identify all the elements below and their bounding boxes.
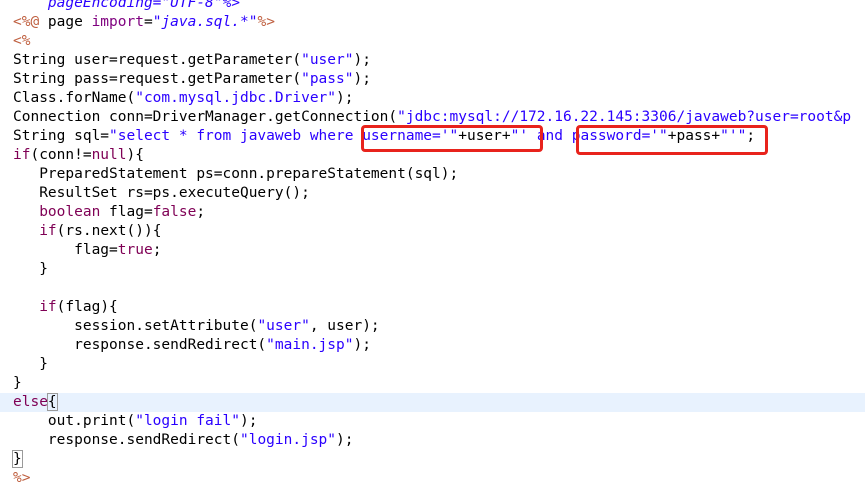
- code-line[interactable]: if(flag){: [13, 298, 118, 317]
- code-line[interactable]: }: [13, 260, 48, 279]
- code-line[interactable]: session.setAttribute("user", user);: [13, 317, 380, 336]
- code-token: +pass+: [667, 128, 721, 144]
- code-token: "'": [720, 128, 747, 144]
- code-token: (conn!=: [30, 147, 92, 163]
- code-token: =: [143, 14, 153, 30]
- code-token: ;: [152, 242, 162, 258]
- code-token: false: [152, 204, 197, 220]
- code-token: (rs.next()){: [56, 223, 162, 239]
- code-token: (flag){: [56, 299, 118, 315]
- code-token: Class.forName(: [13, 90, 136, 106]
- code-token: response.sendRedirect(: [13, 337, 267, 353]
- code-token: else: [13, 394, 48, 410]
- code-line[interactable]: }: [12, 450, 23, 469]
- code-token: Connection conn=DriverManager.getConnect…: [13, 109, 398, 125]
- code-token: import: [91, 14, 144, 30]
- text-caret: [56, 393, 58, 408]
- code-token: ;: [746, 128, 756, 144]
- code-token: %>: [257, 14, 275, 30]
- code-token: }: [12, 450, 23, 468]
- code-token: +user+: [458, 128, 511, 144]
- code-token: , user);: [309, 318, 380, 334]
- code-line[interactable]: else{: [0, 393, 865, 412]
- code-token: response.sendRedirect(: [13, 432, 240, 448]
- code-line[interactable]: String user=request.getParameter("user")…: [13, 51, 371, 70]
- code-line[interactable]: }: [13, 374, 22, 393]
- code-line[interactable]: String sql="select * from javaweb where …: [13, 127, 755, 146]
- code-token: ){: [126, 147, 144, 163]
- code-token: "jdbc:mysql://172.16.22.145:3306/javaweb…: [397, 109, 852, 125]
- code-token: if: [39, 299, 57, 315]
- code-token: session.setAttribute(: [13, 318, 258, 334]
- code-token: "' and password='": [510, 128, 668, 144]
- code-token: "login.jsp": [239, 432, 337, 448]
- code-token: flag=: [100, 204, 153, 220]
- code-token: "com.mysql.jdbc.Driver": [135, 90, 337, 106]
- code-token: PreparedStatement ps=conn.prepareStateme…: [13, 166, 459, 182]
- code-token: );: [353, 71, 371, 87]
- code-token: "java.sql.*": [152, 14, 258, 30]
- code-token: );: [353, 52, 371, 68]
- code-token: page: [47, 14, 92, 30]
- code-token: String pass=request.getParameter(: [13, 71, 302, 87]
- code-token: {: [46, 393, 58, 411]
- code-line[interactable]: PreparedStatement ps=conn.prepareStateme…: [13, 165, 458, 184]
- code-line[interactable]: response.sendRedirect("login.jsp");: [13, 431, 354, 450]
- code-token: String sql=: [13, 128, 110, 144]
- code-token: );: [353, 337, 371, 353]
- code-token: );: [336, 432, 354, 448]
- code-token: "login fail": [135, 413, 240, 429]
- code-line[interactable]: boolean flag=false;: [13, 203, 205, 222]
- code-token: }: [13, 375, 22, 391]
- code-token: "main.jsp": [266, 337, 354, 353]
- code-line[interactable]: Connection conn=DriverManager.getConnect…: [13, 108, 851, 127]
- code-line[interactable]: %>: [13, 469, 30, 488]
- code-editor[interactable]: pageEncoding="UTF-8"%> <%@ page import="j…: [0, 0, 865, 491]
- code-token: if: [13, 147, 31, 163]
- code-line[interactable]: <%: [13, 32, 30, 51]
- code-token: <%@: [13, 14, 48, 30]
- code-token: pageEncoding="UTF-8"%>: [13, 0, 240, 11]
- code-line[interactable]: <%@ page import="java.sql.*"%>: [13, 13, 275, 32]
- code-line[interactable]: response.sendRedirect("main.jsp");: [13, 336, 371, 355]
- code-line[interactable]: pageEncoding="UTF-8"%>: [13, 0, 240, 13]
- code-token: %>: [13, 470, 31, 486]
- code-line[interactable]: Class.forName("com.mysql.jdbc.Driver");: [13, 89, 353, 108]
- code-token: flag=: [13, 242, 118, 258]
- code-token: null: [91, 147, 127, 163]
- code-token: "user": [301, 52, 354, 68]
- code-line[interactable]: if(conn!=null){: [13, 146, 144, 165]
- code-token: boolean: [39, 204, 101, 220]
- code-token: "select * from javaweb where username='": [109, 128, 459, 144]
- code-line[interactable]: flag=true;: [13, 241, 161, 260]
- code-token: }: [13, 356, 48, 372]
- code-token: String user=request.getParameter(: [13, 52, 302, 68]
- code-token: out.print(: [13, 413, 136, 429]
- code-token: if: [39, 223, 57, 239]
- code-token: ;: [196, 204, 206, 220]
- code-line[interactable]: String pass=request.getParameter("pass")…: [13, 70, 371, 89]
- code-line[interactable]: if(rs.next()){: [13, 222, 161, 241]
- code-token: }: [13, 261, 48, 277]
- code-token: <%: [13, 33, 31, 49]
- code-token: "user": [257, 318, 310, 334]
- code-token: );: [239, 413, 258, 429]
- code-line[interactable]: out.print("login fail");: [13, 412, 258, 431]
- code-line[interactable]: }: [13, 355, 48, 374]
- code-token: ResultSet rs=ps.executeQuery();: [13, 185, 310, 201]
- code-token: );: [336, 90, 354, 106]
- code-token: "pass": [301, 71, 354, 87]
- code-line[interactable]: ResultSet rs=ps.executeQuery();: [13, 184, 310, 203]
- code-token: true: [117, 242, 153, 258]
